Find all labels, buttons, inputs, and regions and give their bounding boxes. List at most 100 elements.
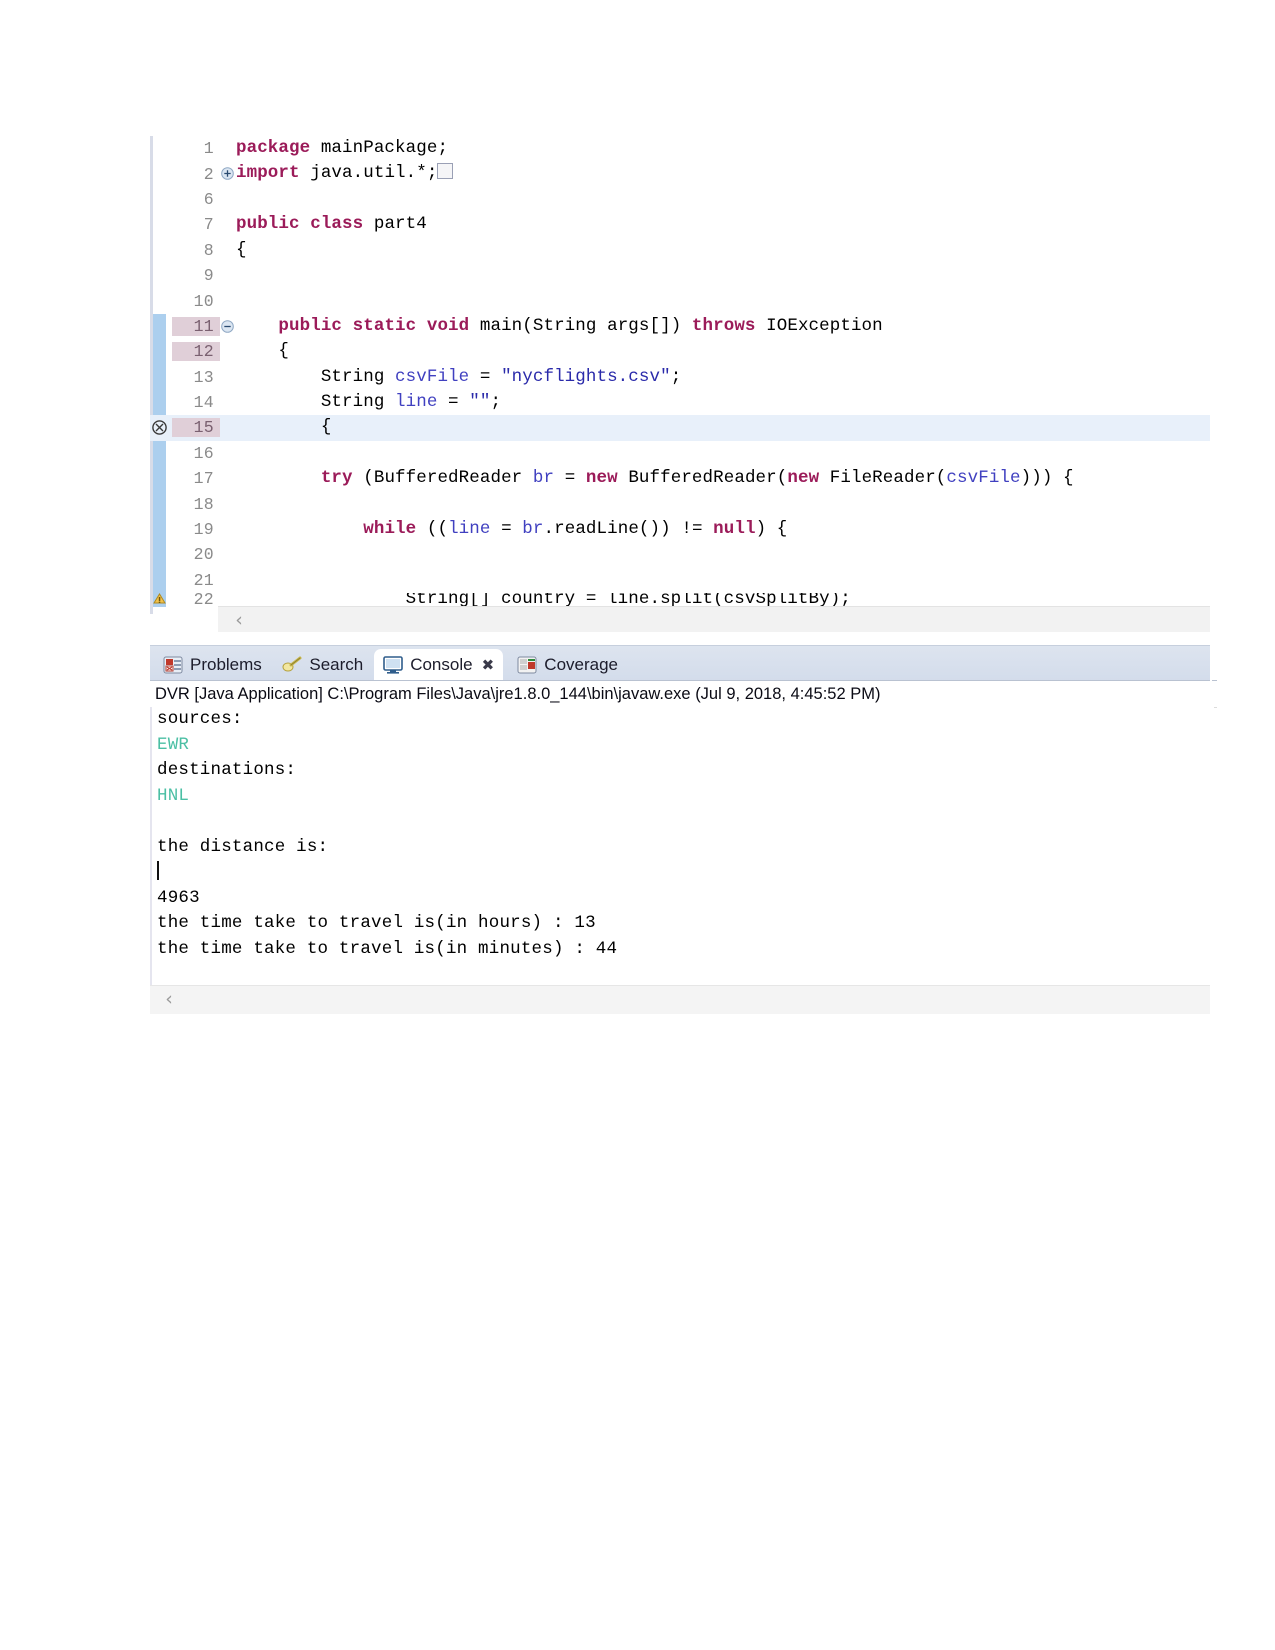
- tab-problems[interactable]: Problems: [154, 649, 271, 681]
- code-text[interactable]: try (BufferedReader br = new BufferedRea…: [236, 466, 1212, 491]
- folding-ruler[interactable]: [220, 161, 236, 186]
- code-text[interactable]: [236, 542, 1212, 567]
- code-text[interactable]: [236, 491, 1212, 516]
- code-text[interactable]: [236, 441, 1212, 466]
- code-text[interactable]: [236, 263, 1212, 288]
- editor-annotation-ruler[interactable]: [150, 440, 172, 467]
- folding-ruler[interactable]: [220, 466, 236, 491]
- console-icon: [383, 656, 403, 674]
- code-text[interactable]: import java.util.*;: [236, 161, 1212, 186]
- fold-expand-icon[interactable]: [221, 167, 234, 181]
- code-line[interactable]: 18: [150, 491, 1212, 517]
- console-horizontal-scrollbar[interactable]: ‹: [150, 985, 1212, 1014]
- bottom-view-tabbar[interactable]: Problems Search Console ✖ Coverage: [150, 645, 1212, 681]
- folding-ruler[interactable]: [220, 314, 236, 339]
- console-output-line: [152, 860, 1214, 886]
- code-line[interactable]: 1 package mainPackage;: [150, 136, 1212, 161]
- code-text[interactable]: {: [236, 415, 1212, 441]
- folding-ruler[interactable]: [220, 212, 236, 237]
- code-line[interactable]: 8{: [150, 238, 1212, 263]
- java-source-editor[interactable]: 1 package mainPackage; 2 import java.util.*…: [150, 136, 1212, 632]
- line-number: 1: [203, 139, 214, 159]
- collapsed-import-placeholder[interactable]: [437, 163, 454, 180]
- folding-ruler[interactable]: [220, 263, 236, 288]
- code-text[interactable]: String csvFile = "nycflights.csv";: [236, 365, 1212, 390]
- search-icon: [282, 656, 302, 674]
- folding-ruler[interactable]: [220, 491, 236, 516]
- folding-ruler[interactable]: [220, 238, 236, 263]
- console-scroll-left-arrow-icon[interactable]: ‹: [160, 990, 178, 1009]
- close-icon[interactable]: ✖: [482, 656, 495, 674]
- editor-annotation-ruler[interactable]: [150, 389, 172, 416]
- code-text[interactable]: String line = "";: [236, 390, 1212, 415]
- editor-annotation-ruler[interactable]: [150, 415, 172, 440]
- code-text[interactable]: {: [236, 238, 1212, 263]
- code-line[interactable]: 6: [150, 187, 1212, 212]
- editor-annotation-ruler[interactable]: [150, 238, 172, 263]
- tab-console[interactable]: Console ✖: [374, 649, 504, 681]
- code-line[interactable]: 14 String line = "";: [150, 389, 1212, 416]
- folding-ruler[interactable]: [220, 390, 236, 415]
- folding-ruler[interactable]: [220, 568, 236, 593]
- code-text[interactable]: [236, 288, 1212, 313]
- code-line[interactable]: 9: [150, 263, 1212, 288]
- console-output[interactable]: sources: EWR destinations: HNL the distance…: [150, 707, 1214, 987]
- folding-ruler[interactable]: [220, 415, 236, 440]
- editor-annotation-ruler[interactable]: [150, 593, 172, 608]
- code-line[interactable]: 11 public static void main(String args[]…: [150, 313, 1212, 340]
- folding-ruler[interactable]: [220, 542, 236, 567]
- editor-annotation-ruler[interactable]: [150, 187, 172, 212]
- editor-annotation-ruler[interactable]: [150, 339, 172, 365]
- editor-annotation-ruler[interactable]: [150, 542, 172, 568]
- code-line[interactable]: 16: [150, 440, 1212, 467]
- code-text[interactable]: String[] country = line.split(csvSplitBy…: [236, 593, 1212, 607]
- code-text[interactable]: package mainPackage;: [236, 136, 1212, 161]
- code-text[interactable]: {: [236, 339, 1212, 364]
- folding-ruler[interactable]: [220, 517, 236, 542]
- code-line[interactable]: 13 String csvFile = "nycflights.csv";: [150, 364, 1212, 390]
- editor-annotation-ruler[interactable]: [150, 212, 172, 237]
- folding-ruler[interactable]: [220, 365, 236, 390]
- code-line[interactable]: 15 {: [150, 415, 1212, 441]
- editor-annotation-ruler[interactable]: [150, 288, 172, 313]
- line-number: 22: [193, 593, 214, 608]
- fold-collapse-icon[interactable]: [221, 319, 234, 333]
- folding-ruler[interactable]: [220, 339, 236, 364]
- folding-ruler[interactable]: [220, 136, 236, 161]
- code-text[interactable]: [236, 187, 1212, 212]
- editor-annotation-ruler[interactable]: [150, 567, 172, 594]
- code-line[interactable]: 22 String[] country = line.split(csvSpli…: [150, 593, 1212, 608]
- console-output-line: sources:: [157, 709, 243, 729]
- editor-annotation-ruler[interactable]: [150, 516, 172, 543]
- code-line[interactable]: 20: [150, 542, 1212, 568]
- code-line[interactable]: 10: [150, 288, 1212, 313]
- code-line[interactable]: 7 public class part4: [150, 212, 1212, 237]
- code-line[interactable]: 17 try (BufferedReader br = new Buffered…: [150, 466, 1212, 492]
- code-text[interactable]: [236, 568, 1212, 593]
- warning-marker-icon[interactable]: [152, 593, 167, 607]
- code-line[interactable]: 19 while ((line = br.readLine()) != null…: [150, 516, 1212, 543]
- code-text[interactable]: public class part4: [236, 212, 1212, 237]
- scroll-left-arrow-icon[interactable]: ‹: [230, 611, 248, 630]
- code-text[interactable]: public static void main(String args[]) t…: [236, 314, 1212, 339]
- editor-annotation-ruler[interactable]: [150, 466, 172, 492]
- tab-coverage[interactable]: Coverage: [508, 649, 627, 681]
- editor-horizontal-scrollbar[interactable]: ‹: [218, 606, 1212, 632]
- folding-ruler[interactable]: [220, 593, 236, 607]
- editor-annotation-ruler[interactable]: [150, 313, 172, 340]
- folding-ruler[interactable]: [220, 441, 236, 466]
- error-marker-icon[interactable]: [152, 420, 167, 436]
- code-line[interactable]: 2 import java.util.*;: [150, 161, 1212, 186]
- code-line[interactable]: 12 {: [150, 339, 1212, 365]
- tab-search[interactable]: Search: [273, 649, 372, 681]
- folding-ruler[interactable]: [220, 288, 236, 313]
- editor-annotation-ruler[interactable]: [150, 161, 172, 186]
- code-lines-container[interactable]: 1 package mainPackage; 2 import java.util.*…: [150, 136, 1212, 608]
- editor-annotation-ruler[interactable]: [150, 263, 172, 288]
- editor-annotation-ruler[interactable]: [150, 136, 172, 161]
- editor-annotation-ruler[interactable]: [150, 364, 172, 390]
- editor-annotation-ruler[interactable]: [150, 491, 172, 517]
- code-line[interactable]: 21: [150, 567, 1212, 594]
- folding-ruler[interactable]: [220, 187, 236, 212]
- code-text[interactable]: while ((line = br.readLine()) != null) {: [236, 517, 1212, 542]
